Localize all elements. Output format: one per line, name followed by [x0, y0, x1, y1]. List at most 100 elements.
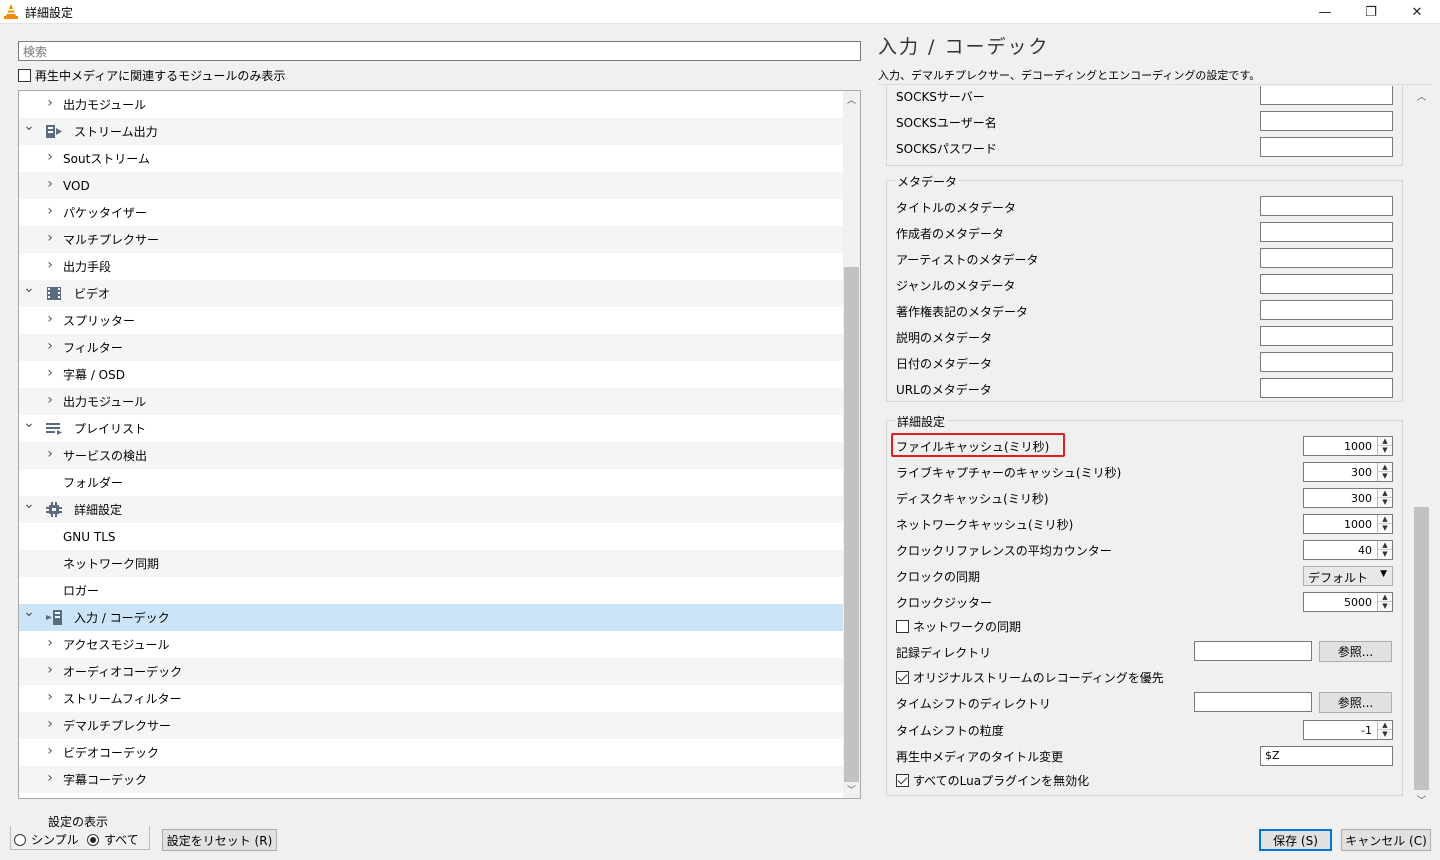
tree-scroll-thumb[interactable]	[844, 267, 859, 782]
only-current-modules-option[interactable]: 再生中メディアに関連するモジュールのみ表示	[18, 67, 285, 84]
record-dir-input[interactable]	[1194, 641, 1312, 661]
disable-lua-option[interactable]: すべてのLuaプラグインを無効化	[896, 772, 1089, 789]
spin-arrows-icon[interactable]: ▲ ▼	[1377, 489, 1392, 507]
title-change-input[interactable]: $Z	[1260, 746, 1393, 766]
metadata-field-input[interactable]	[1260, 300, 1393, 320]
tree-item[interactable]: › スプリッター	[19, 307, 844, 334]
chevron-down-icon[interactable]: ⌄	[23, 496, 35, 512]
chevron-right-icon[interactable]: ›	[45, 662, 55, 678]
tree-item[interactable]: ⌄ ビデオ	[19, 280, 844, 307]
scroll-down-arrow-icon[interactable]: ﹀	[1413, 791, 1430, 808]
chevron-right-icon[interactable]: ›	[45, 230, 55, 246]
tree-scrollbar[interactable]: ︿ ﹀	[843, 91, 860, 798]
metadata-field-input[interactable]	[1260, 378, 1393, 398]
spin-arrows-icon[interactable]: ▲ ▼	[1377, 593, 1392, 611]
cancel-button[interactable]: キャンセル (C)	[1341, 829, 1431, 851]
prefer-original-option[interactable]: オリジナルストリームのレコーディングを優先	[896, 669, 1164, 686]
chevron-right-icon[interactable]: ›	[45, 770, 55, 786]
tree-item[interactable]: › 出力モジュール	[19, 388, 844, 415]
tree-item[interactable]: ネットワーク同期	[19, 550, 844, 577]
tree-item[interactable]: › VOD	[19, 172, 844, 199]
socks-field-input[interactable]	[1260, 111, 1393, 131]
clock-sync-dropdown[interactable]: デフォルト ▼	[1303, 566, 1393, 586]
tree-item[interactable]: › Soutストリーム	[19, 145, 844, 172]
tree-item[interactable]: ロガー	[19, 577, 844, 604]
radio-simple-option[interactable]: シンプル	[14, 831, 79, 848]
tree-item[interactable]: › パケッタイザー	[19, 199, 844, 226]
chevron-right-icon[interactable]: ›	[45, 392, 55, 408]
tree-item[interactable]: › ストリームフィルター	[19, 685, 844, 712]
record-dir-browse-button[interactable]: 参照...	[1319, 641, 1392, 662]
metadata-field-input[interactable]	[1260, 326, 1393, 346]
tree-item[interactable]: › デマルチプレクサー	[19, 712, 844, 739]
only-current-checkbox[interactable]	[18, 69, 31, 82]
radio-all[interactable]	[87, 833, 99, 846]
prefer-original-checkbox[interactable]	[896, 671, 909, 684]
spin-arrows-icon[interactable]: ▲ ▼	[1377, 721, 1392, 739]
scroll-up-arrow-icon[interactable]: ︿	[843, 91, 860, 108]
settings-scrollbar[interactable]: ︿ ﹀	[1413, 86, 1430, 808]
tree-item[interactable]: › 字幕 / OSD	[19, 361, 844, 388]
chevron-right-icon[interactable]: ›	[45, 635, 55, 651]
scroll-up-arrow-icon[interactable]: ︿	[1413, 87, 1430, 104]
socks-field-input[interactable]	[1260, 137, 1393, 157]
tree-item[interactable]: › マルチプレクサー	[19, 226, 844, 253]
chevron-right-icon[interactable]: ›	[45, 176, 55, 192]
radio-all-option[interactable]: すべて	[87, 831, 139, 848]
chevron-right-icon[interactable]: ›	[45, 716, 55, 732]
chevron-right-icon[interactable]: ›	[45, 257, 55, 273]
chevron-down-icon[interactable]: ⌄	[23, 415, 35, 431]
metadata-field-input[interactable]	[1260, 274, 1393, 294]
chevron-right-icon[interactable]: ›	[45, 743, 55, 759]
chevron-right-icon[interactable]: ›	[45, 689, 55, 705]
search-input[interactable]: 検索	[18, 41, 861, 61]
metadata-field-input[interactable]	[1260, 196, 1393, 216]
tree-item[interactable]: ⌄ ストリーム出力	[19, 118, 844, 145]
metadata-field-input[interactable]	[1260, 222, 1393, 242]
spin-arrows-icon[interactable]: ▲ ▼	[1377, 515, 1392, 533]
save-button[interactable]: 保存 (S)	[1259, 829, 1332, 851]
tree-item[interactable]: › サービスの検出	[19, 442, 844, 469]
tree-item[interactable]: › 出力手段	[19, 253, 844, 280]
timeshift-dir-browse-button[interactable]: 参照...	[1319, 692, 1392, 713]
reset-preferences-button[interactable]: 設定をリセット (R)	[162, 829, 277, 851]
chevron-down-icon[interactable]: ⌄	[23, 280, 35, 296]
clock-average-spinbox[interactable]: 40 ▲ ▼	[1303, 540, 1393, 560]
chevron-right-icon[interactable]: ›	[45, 338, 55, 354]
network-sync-checkbox[interactable]	[896, 620, 909, 633]
live-caching-spinbox[interactable]: 300 ▲ ▼	[1303, 462, 1393, 482]
metadata-field-input[interactable]	[1260, 248, 1393, 268]
tree-item[interactable]: › オーディオコーデック	[19, 658, 844, 685]
spin-arrows-icon[interactable]: ▲ ▼	[1377, 463, 1392, 481]
tree-item[interactable]: ⌄ 詳細設定	[19, 496, 844, 523]
tree-item[interactable]: ⌄ 入力 / コーデック	[19, 604, 844, 631]
chevron-right-icon[interactable]: ›	[45, 446, 55, 462]
file-caching-spinbox[interactable]: 1000 ▲ ▼	[1303, 436, 1393, 456]
spin-arrows-icon[interactable]: ▲ ▼	[1377, 541, 1392, 559]
timeshift-dir-input[interactable]	[1194, 692, 1312, 712]
disc-caching-spinbox[interactable]: 300 ▲ ▼	[1303, 488, 1393, 508]
tree-item[interactable]: › 出力モジュール	[19, 91, 844, 118]
tree-item[interactable]: › フィルター	[19, 334, 844, 361]
tree-item[interactable]: › 字幕コーデック	[19, 766, 844, 793]
minimize-button[interactable]: —	[1302, 0, 1348, 24]
chevron-right-icon[interactable]: ›	[45, 95, 55, 111]
metadata-field-input[interactable]	[1260, 352, 1393, 372]
chevron-right-icon[interactable]: ›	[45, 203, 55, 219]
settings-panel[interactable]: メタデータ 詳細設定 ファイルキャッシュ(ミリ秒) 1000 ▲ ▼ ライブキャプ…	[878, 86, 1430, 800]
chevron-right-icon[interactable]: ›	[45, 365, 55, 381]
socks-field-input[interactable]	[1260, 86, 1393, 105]
chevron-right-icon[interactable]: ›	[45, 149, 55, 165]
chevron-down-icon[interactable]: ⌄	[23, 118, 35, 134]
chevron-right-icon[interactable]: ›	[45, 311, 55, 327]
network-caching-spinbox[interactable]: 1000 ▲ ▼	[1303, 514, 1393, 534]
tree-item[interactable]: フォルダー	[19, 469, 844, 496]
settings-scroll-thumb[interactable]	[1414, 507, 1429, 790]
tree-item[interactable]: GNU TLS	[19, 523, 844, 550]
close-button[interactable]: ✕	[1394, 0, 1440, 24]
disable-lua-checkbox[interactable]	[896, 774, 909, 787]
tree-item[interactable]: ⌄ プレイリスト	[19, 415, 844, 442]
tree-item[interactable]: › ビデオコーデック	[19, 739, 844, 766]
radio-simple[interactable]	[14, 833, 26, 846]
tree-item[interactable]: › アクセスモジュール	[19, 631, 844, 658]
